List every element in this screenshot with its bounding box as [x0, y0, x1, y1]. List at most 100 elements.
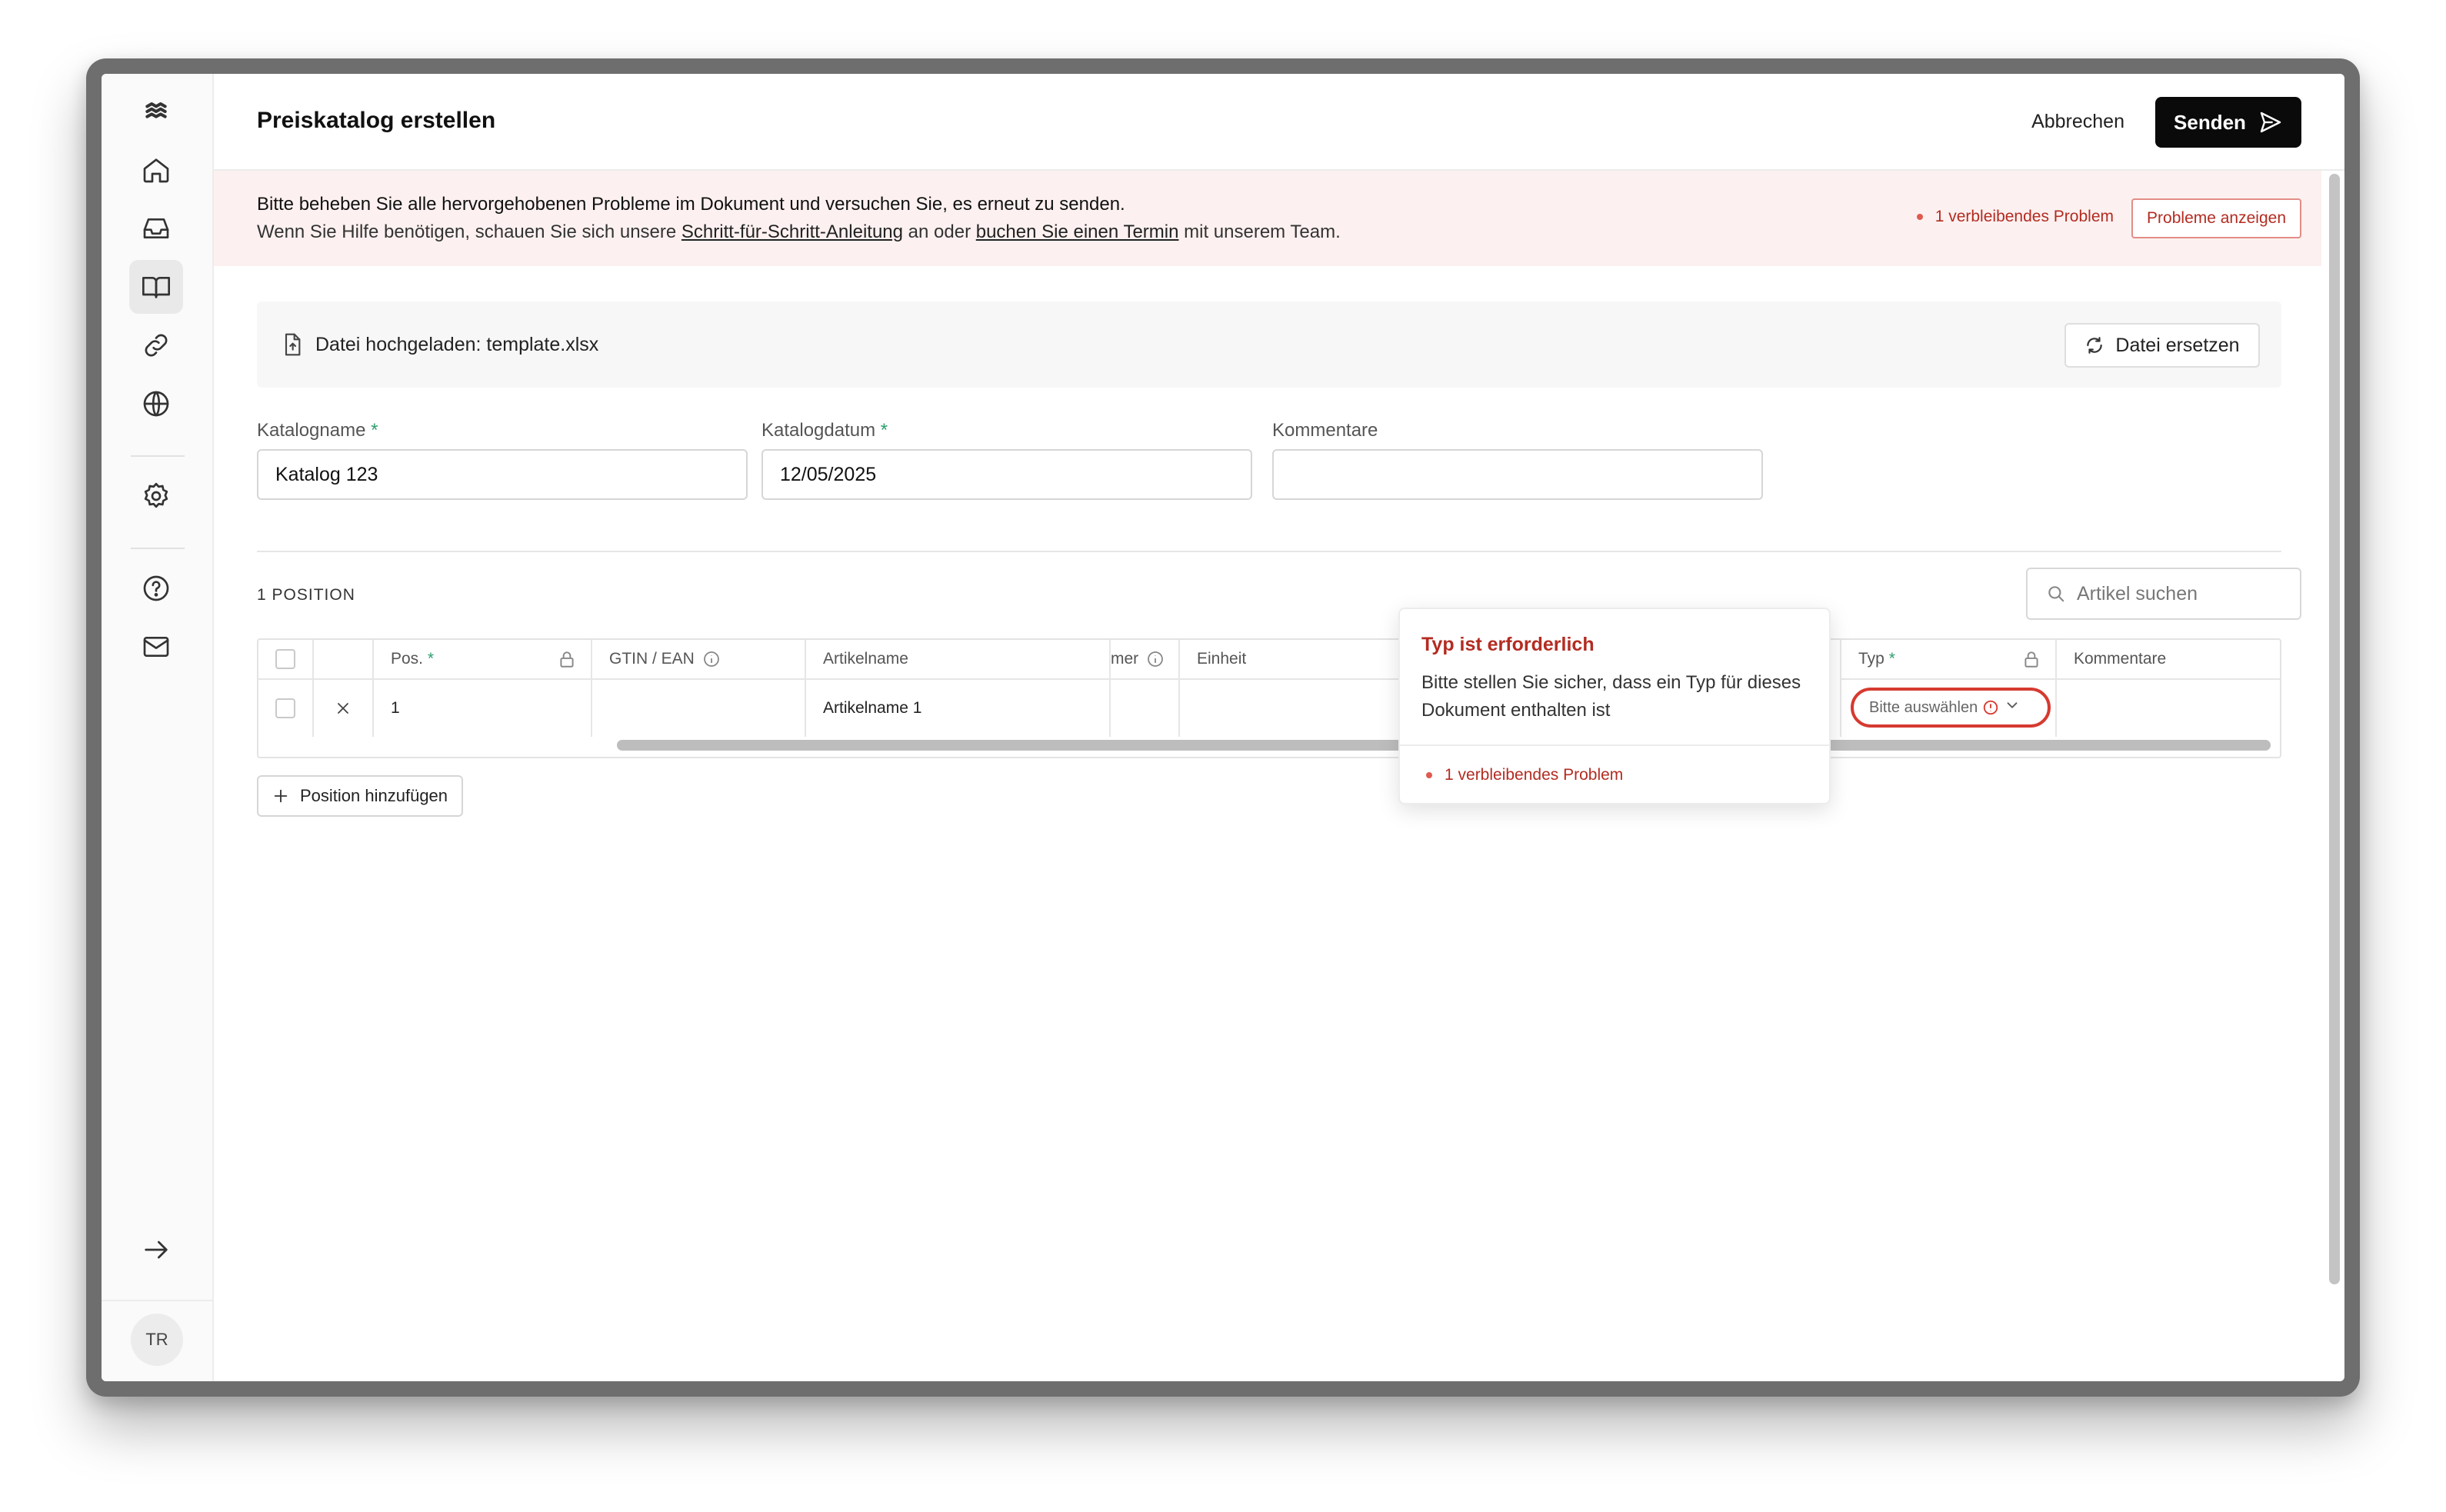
- catalog-name-label: Katalogname *: [257, 420, 378, 441]
- section-divider: [257, 551, 2281, 552]
- problem-count: 1 verbleibendes Problem: [1916, 208, 2114, 226]
- column-header-comments[interactable]: Kommentare: [2057, 640, 2280, 680]
- vertical-scrollbar[interactable]: [2329, 174, 2340, 1284]
- required-marker: *: [1888, 650, 1895, 668]
- column-header-type[interactable]: Typ *: [1840, 640, 2057, 680]
- send-button-label: Senden: [2174, 110, 2246, 134]
- comments-input[interactable]: [1272, 449, 1763, 500]
- replace-file-button[interactable]: Datei ersetzen: [2064, 323, 2260, 368]
- help-icon[interactable]: [129, 561, 183, 615]
- sidebar-footer-divider: [102, 1300, 214, 1301]
- delete-row-button[interactable]: [314, 680, 374, 737]
- cell-gtin[interactable]: [592, 680, 806, 737]
- avatar[interactable]: TR: [131, 1314, 183, 1366]
- select-all-cell: [258, 640, 314, 680]
- catalog-date-input[interactable]: 12/05/2025: [761, 449, 1252, 500]
- column-header-article-name[interactable]: Artikelname: [806, 640, 1111, 680]
- tooltip-divider: [1400, 744, 1829, 746]
- cancel-button[interactable]: Abbrechen: [2031, 111, 2124, 133]
- app-window: TR Preiskatalog erstellen Abbrechen Send…: [102, 74, 2344, 1381]
- tooltip-body: Bitte stellen Sie sicher, dass ein Typ f…: [1421, 672, 1801, 721]
- cell-pos[interactable]: 1: [374, 680, 592, 737]
- type-select-error[interactable]: Bitte auswählen: [1851, 688, 2051, 728]
- expand-arrow-icon[interactable]: [129, 1223, 183, 1277]
- catalog-date-label: Katalogdatum *: [761, 420, 888, 441]
- column-header-pos[interactable]: Pos. *: [374, 640, 592, 680]
- uploaded-file-text: Datei hochgeladen: template.xlsx: [315, 334, 599, 355]
- sidebar: TR: [102, 74, 214, 1381]
- chevron-down-icon: [2004, 697, 2021, 718]
- lock-icon: [2021, 649, 2041, 669]
- home-icon[interactable]: [129, 143, 183, 197]
- error-dot-icon: [1916, 214, 1923, 220]
- positions-table: Pos. * GTIN / EAN Artikelname mer Einhei…: [257, 638, 2281, 758]
- article-search-input[interactable]: Artikel suchen: [2026, 568, 2301, 620]
- column-header-article-number[interactable]: mer: [1111, 640, 1180, 680]
- upload-card: Datei hochgeladen: template.xlsx Datei e…: [257, 301, 2281, 388]
- send-icon: [2260, 112, 2281, 133]
- cell-article-name[interactable]: Artikelname 1: [806, 680, 1111, 737]
- plus-icon: [274, 789, 288, 803]
- problem-count-text: 1 verbleibendes Problem: [1934, 208, 2114, 225]
- error-tooltip: Typ ist erforderlich Bitte stellen Sie s…: [1398, 608, 1831, 804]
- alert-help-mid: an oder: [903, 221, 976, 242]
- logo-icon[interactable]: [129, 85, 183, 138]
- close-icon: [338, 703, 348, 714]
- page-title: Preiskatalog erstellen: [257, 108, 496, 133]
- book-icon[interactable]: [129, 260, 183, 314]
- guide-link[interactable]: Schritt-für-Schritt-Anleitung: [681, 221, 903, 242]
- search-placeholder: Artikel suchen: [2077, 582, 2198, 604]
- link-icon[interactable]: [129, 318, 183, 372]
- type-header-label: Typ: [1858, 650, 1884, 668]
- catalog-date-label-text: Katalogdatum: [761, 420, 876, 441]
- main-content: Preiskatalog erstellen Abbrechen Senden …: [214, 74, 2344, 1381]
- search-icon: [2048, 586, 2064, 602]
- gtin-header-label: GTIN / EAN: [609, 650, 695, 668]
- add-position-label: Position hinzufügen: [300, 786, 448, 805]
- row-checkbox[interactable]: [275, 698, 295, 718]
- add-position-button[interactable]: Position hinzufügen: [257, 775, 464, 817]
- type-select-placeholder: Bitte auswählen: [1869, 698, 1978, 716]
- alert-help-text: Wenn Sie Hilfe benötigen, schauen Sie si…: [257, 221, 1341, 243]
- article-number-header-label: mer: [1111, 650, 1139, 668]
- tooltip-footer-text: 1 verbleibendes Problem: [1445, 766, 1624, 784]
- show-problems-button[interactable]: Probleme anzeigen: [2131, 198, 2301, 238]
- send-button[interactable]: Senden: [2155, 97, 2301, 148]
- error-alert-banner: Bitte beheben Sie alle hervorgehobenen P…: [214, 171, 2321, 266]
- alert-message: Bitte beheben Sie alle hervorgehobenen P…: [257, 194, 1125, 215]
- required-marker: *: [371, 420, 378, 441]
- sidebar-separator: [131, 548, 185, 549]
- catalog-name-input[interactable]: Katalog 123: [257, 449, 748, 500]
- select-all-checkbox[interactable]: [275, 649, 295, 669]
- mail-icon[interactable]: [129, 620, 183, 674]
- error-icon: [1982, 699, 1999, 716]
- file-upload-icon: [280, 332, 305, 357]
- cell-article-number[interactable]: [1111, 680, 1180, 737]
- alert-help-prefix: Wenn Sie Hilfe benötigen, schauen Sie si…: [257, 221, 681, 242]
- error-dot-icon: [1426, 772, 1432, 778]
- refresh-icon: [2087, 337, 2103, 354]
- header: Preiskatalog erstellen Abbrechen Senden: [214, 74, 2344, 171]
- info-icon[interactable]: [1146, 650, 1165, 668]
- gear-icon[interactable]: [129, 469, 183, 523]
- comments-label: Kommentare: [1272, 420, 1378, 441]
- column-header-gtin[interactable]: GTIN / EAN: [592, 640, 806, 680]
- appointment-link[interactable]: buchen Sie einen Termin: [976, 221, 1179, 242]
- info-icon[interactable]: [702, 650, 721, 668]
- inbox-icon[interactable]: [129, 201, 183, 255]
- required-marker: *: [427, 650, 435, 668]
- replace-file-label: Datei ersetzen: [2115, 334, 2240, 356]
- positions-count: 1 POSITION: [257, 586, 355, 604]
- tooltip-problem-count: 1 verbleibendes Problem: [1426, 766, 1623, 784]
- globe-icon[interactable]: [129, 377, 183, 431]
- row-select-cell: [258, 680, 314, 737]
- lock-icon: [557, 649, 577, 669]
- catalog-name-label-text: Katalogname: [257, 420, 366, 441]
- action-header: [314, 640, 374, 680]
- cell-comments[interactable]: [2057, 680, 2280, 737]
- pos-header-label: Pos.: [391, 650, 424, 668]
- required-marker: *: [880, 420, 888, 441]
- sidebar-separator: [131, 455, 185, 457]
- alert-help-suffix: mit unserem Team.: [1178, 221, 1341, 242]
- tooltip-title: Typ ist erforderlich: [1421, 634, 1595, 655]
